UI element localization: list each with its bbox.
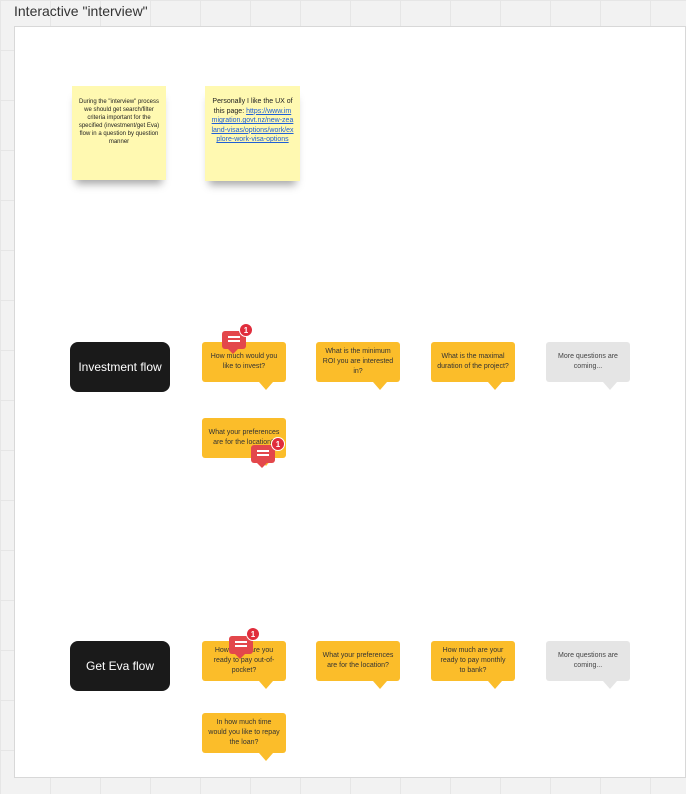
question-min-roi[interactable]: What is the minimum ROI you are interest…: [316, 342, 400, 390]
frame-title[interactable]: Interactive "interview": [14, 3, 148, 19]
question-monthly-payment[interactable]: How much are your ready to pay monthly t…: [431, 641, 515, 689]
sticky-note-interview-process[interactable]: During the "interview" process we should…: [72, 86, 166, 180]
question-more-coming[interactable]: More questions are coming...: [546, 641, 630, 689]
get-eva-flow-label[interactable]: Get Eva flow: [70, 641, 170, 691]
comment-count-badge: 1: [271, 437, 285, 451]
sticky-note-ux-reference[interactable]: Personally I like the UX of this page: h…: [205, 86, 300, 181]
investment-flow-label[interactable]: Investment flow: [70, 342, 170, 392]
sticky-note-text: During the "interview" process we should…: [78, 99, 160, 145]
comment-count-badge: 1: [246, 627, 260, 641]
question-max-duration[interactable]: What is the maximal duration of the proj…: [431, 342, 515, 390]
question-more-coming[interactable]: More questions are coming...: [546, 342, 630, 390]
comment-count-badge: 1: [239, 323, 253, 337]
question-repay-time[interactable]: In how much time would you like to repay…: [202, 713, 286, 761]
question-location-preference[interactable]: What your preferences are for the locati…: [316, 641, 400, 689]
